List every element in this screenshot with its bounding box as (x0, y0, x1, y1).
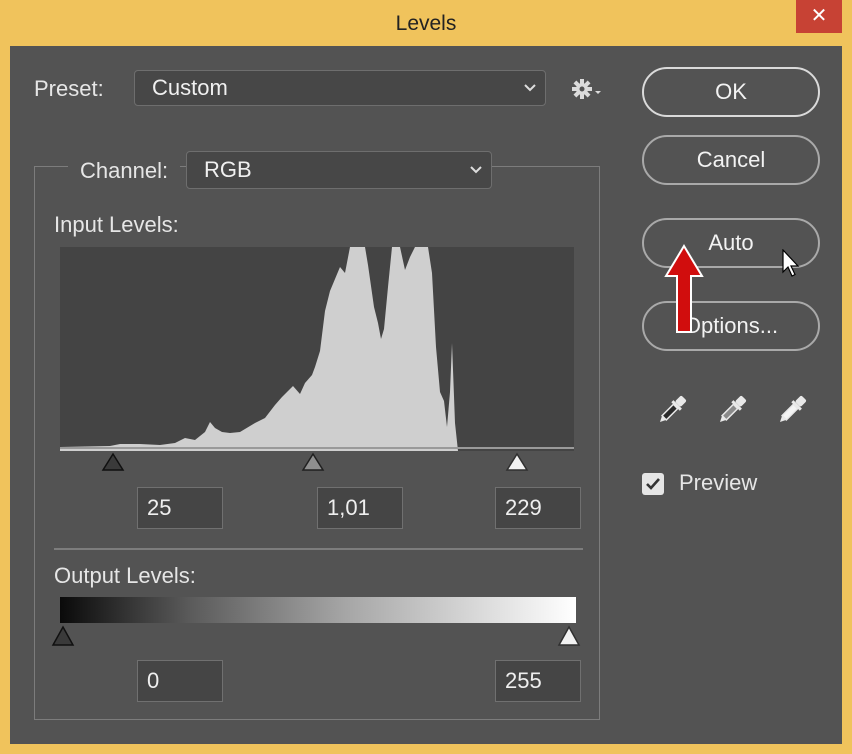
preview-checkbox[interactable] (642, 473, 664, 495)
preset-dropdown[interactable]: Custom (134, 70, 546, 106)
title-bar: Levels ✕ (0, 0, 852, 46)
output-black-field[interactable]: 0 (137, 660, 223, 702)
gear-icon[interactable] (571, 78, 605, 105)
output-white-slider[interactable] (557, 625, 581, 652)
close-button[interactable]: ✕ (796, 0, 842, 33)
preset-label: Preset: (34, 76, 104, 101)
red-arrow-icon (664, 244, 704, 339)
chevron-down-icon (469, 152, 483, 202)
preview-label: Preview (679, 470, 758, 495)
ok-button[interactable]: OK (642, 67, 820, 117)
histogram (60, 247, 574, 451)
input-black-field[interactable]: 25 (137, 487, 223, 529)
eyedropper-white-icon[interactable] (774, 392, 810, 433)
channel-label: Channel: (80, 158, 169, 183)
section-divider (54, 548, 583, 550)
output-levels-label: Output Levels: (54, 563, 196, 588)
input-gamma-slider[interactable] (301, 452, 325, 477)
eyedropper-gray-icon[interactable] (714, 392, 750, 433)
window-title: Levels (395, 12, 457, 35)
checkmark-icon (646, 478, 660, 490)
channel-value: RGB (204, 157, 252, 182)
output-white-field[interactable]: 255 (495, 660, 581, 702)
input-levels-label: Input Levels: (54, 212, 179, 237)
cancel-button[interactable]: Cancel (642, 135, 820, 185)
preset-value: Custom (152, 75, 228, 100)
channel-dropdown[interactable]: RGB (186, 151, 492, 189)
histogram-graph (60, 247, 574, 451)
eyedropper-black-icon[interactable] (654, 392, 690, 433)
chevron-down-icon (523, 71, 537, 118)
cursor-icon (782, 248, 802, 284)
input-black-slider[interactable] (101, 452, 125, 477)
input-white-field[interactable]: 229 (495, 487, 581, 529)
levels-dialog: Preset: Custom Channel: RGB Input Levels… (10, 46, 842, 744)
output-gradient-bar (60, 597, 576, 623)
input-white-slider[interactable] (505, 452, 529, 477)
input-gamma-field[interactable]: 1,01 (317, 487, 403, 529)
output-black-slider[interactable] (51, 625, 75, 652)
